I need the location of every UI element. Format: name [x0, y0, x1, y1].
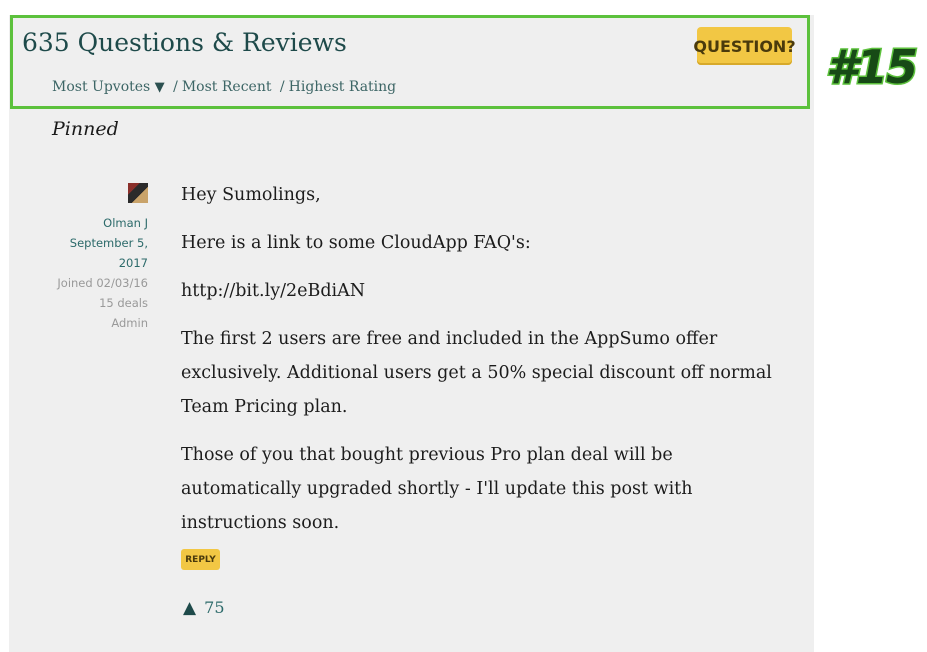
avatar[interactable]	[128, 183, 148, 203]
pinned-label: Pinned	[52, 118, 119, 140]
sort-highest-rating[interactable]: Highest Rating	[289, 79, 397, 95]
sort-most-recent[interactable]: Most Recent	[182, 79, 272, 95]
joined-label: Joined	[57, 276, 93, 290]
question-button[interactable]: QUESTION?	[693, 27, 796, 65]
post-body: Hey Sumolings, Here is a link to some Cl…	[181, 178, 791, 554]
faq-link[interactable]: http://bit.ly/2eBdiAN	[181, 274, 791, 308]
sort-separator: /	[173, 79, 178, 95]
upvote-count: 75	[204, 598, 225, 617]
deal-count: 15 deals	[99, 296, 148, 310]
upvote-widget: ▲ 75	[183, 598, 225, 618]
upvote-arrow-icon[interactable]: ▲	[183, 598, 196, 618]
post-paragraph: Those of you that bought previous Pro pl…	[181, 445, 693, 533]
reviews-title: 635 Questions & Reviews	[22, 28, 347, 57]
post-paragraph: The first 2 users are free and included …	[181, 329, 772, 417]
sort-active-triangle-icon: ▼	[154, 80, 165, 95]
rank-badge: #15	[824, 39, 919, 96]
author-info: Olman J September 5, 2017 Joined 02/03/1…	[40, 183, 148, 333]
post-date[interactable]: September 5, 2017	[40, 233, 148, 273]
sort-separator: /	[279, 79, 285, 95]
author-name[interactable]: Olman J	[40, 213, 148, 233]
sort-bar: Most Upvotes ▼ / Most Recent / Highest Rat…	[52, 79, 396, 95]
author-role: Admin	[111, 316, 148, 330]
reply-button[interactable]: REPLY	[181, 549, 220, 570]
post-paragraph: Here is a link to some CloudApp FAQ's:	[181, 233, 531, 253]
post-greeting: Hey Sumolings,	[181, 185, 321, 205]
joined-date: 02/03/16	[96, 276, 148, 290]
sort-most-upvotes[interactable]: Most Upvotes	[52, 79, 150, 95]
